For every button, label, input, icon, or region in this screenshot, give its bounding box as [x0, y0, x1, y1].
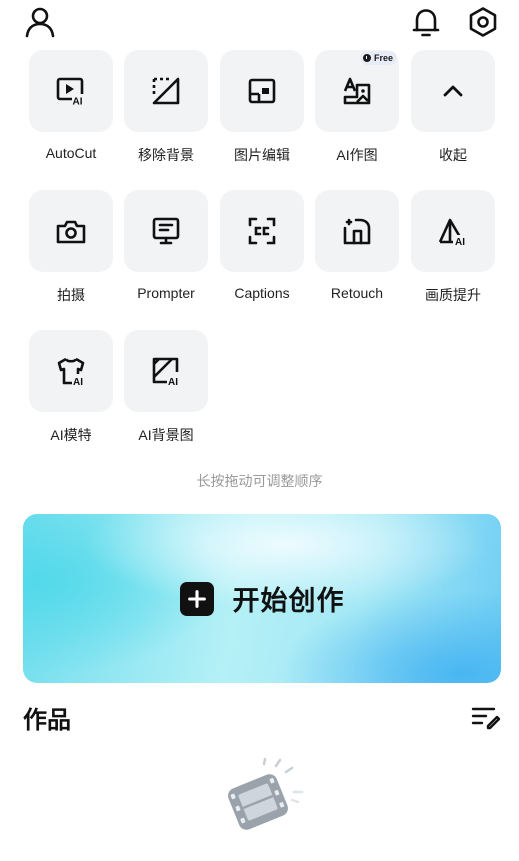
- free-badge-text: Free: [373, 53, 393, 63]
- start-create-card[interactable]: 开始创作: [23, 514, 501, 683]
- collapse-label: 收起: [439, 147, 467, 163]
- tool-captions[interactable]: Captions: [220, 190, 304, 301]
- tool-image-edit[interactable]: 图片编辑: [220, 50, 304, 165]
- tool-prompter[interactable]: Prompter: [124, 190, 208, 301]
- tool-ai-background[interactable]: AI AI背景图: [124, 330, 208, 445]
- prompter-label: Prompter: [137, 285, 195, 301]
- image-edit-label: 图片编辑: [234, 147, 290, 163]
- svg-text:AI: AI: [73, 377, 83, 387]
- remove-background-label: 移除背景: [138, 147, 194, 163]
- collapse-button[interactable]: [411, 50, 495, 132]
- captions-label: Captions: [234, 285, 290, 301]
- svg-text:AI: AI: [168, 377, 178, 387]
- start-create-content: 开始创作: [179, 579, 345, 618]
- settings-icon[interactable]: [467, 6, 499, 38]
- tool-collapse[interactable]: 收起: [411, 50, 495, 165]
- bell-icon[interactable]: [410, 6, 442, 38]
- works-title: 作品: [23, 707, 71, 734]
- list-edit-icon[interactable]: [470, 703, 502, 731]
- person-icon[interactable]: [24, 6, 56, 38]
- quality-enhance-button[interactable]: AI: [411, 190, 495, 272]
- retouch-button[interactable]: [315, 190, 399, 272]
- camera-label: 拍摄: [57, 287, 85, 303]
- camera-icon: [56, 220, 86, 244]
- captions-icon: [248, 217, 276, 245]
- film-reel-icon: [218, 757, 314, 842]
- play-ai-icon: AI: [56, 77, 86, 108]
- tool-camera[interactable]: 拍摄: [29, 190, 113, 305]
- prompter-button[interactable]: [124, 190, 208, 272]
- reorder-hint: 长按拖动可调整顺序: [196, 473, 323, 489]
- clock-icon: [362, 54, 371, 62]
- retouch-label: Retouch: [330, 285, 384, 301]
- ai-drawing-icon: [343, 77, 371, 105]
- ai-background-button[interactable]: AI: [124, 330, 208, 412]
- top-bar: [0, 0, 519, 46]
- start-create-label: 开始创作: [232, 586, 345, 616]
- camera-button[interactable]: [29, 190, 113, 272]
- image-edit-button[interactable]: [220, 50, 304, 132]
- teleprompter-icon: [152, 217, 180, 245]
- tool-retouch[interactable]: Retouch: [315, 190, 399, 301]
- quality-enhance-label: 画质提升: [425, 287, 481, 303]
- ai-model-label: AI模特: [50, 427, 92, 443]
- tool-ai-model[interactable]: AI AI模特: [29, 330, 113, 445]
- ai-model-button[interactable]: AI: [29, 330, 113, 412]
- ai-model-shirt-icon: AI: [57, 357, 87, 387]
- tool-autocut[interactable]: AI AutoCut: [29, 50, 113, 161]
- tool-ai-drawing[interactable]: Free AI作图: [315, 50, 399, 165]
- tool-remove-background[interactable]: 移除背景: [124, 50, 208, 165]
- ai-background-label: AI背景图: [138, 427, 194, 443]
- chevron-up-icon: [443, 85, 463, 97]
- quality-ai-icon: AI: [438, 218, 469, 247]
- free-badge: Free: [359, 51, 397, 65]
- captions-button[interactable]: [220, 190, 304, 272]
- ai-drawing-button[interactable]: Free: [315, 50, 399, 132]
- ai-background-icon: AI: [152, 357, 182, 387]
- ai-drawing-label: AI作图: [336, 147, 378, 163]
- tool-quality-enhance[interactable]: AI 画质提升: [411, 190, 495, 305]
- svg-text:AI: AI: [455, 237, 465, 247]
- plus-icon: [179, 581, 214, 616]
- remove-background-button[interactable]: [124, 50, 208, 132]
- autocut-label: AutoCut: [45, 145, 97, 161]
- autocut-button[interactable]: AI: [29, 50, 113, 132]
- remove-background-icon: [152, 77, 180, 105]
- retouch-icon: [343, 218, 371, 245]
- image-edit-icon: [248, 78, 276, 104]
- svg-text:AI: AI: [73, 97, 83, 108]
